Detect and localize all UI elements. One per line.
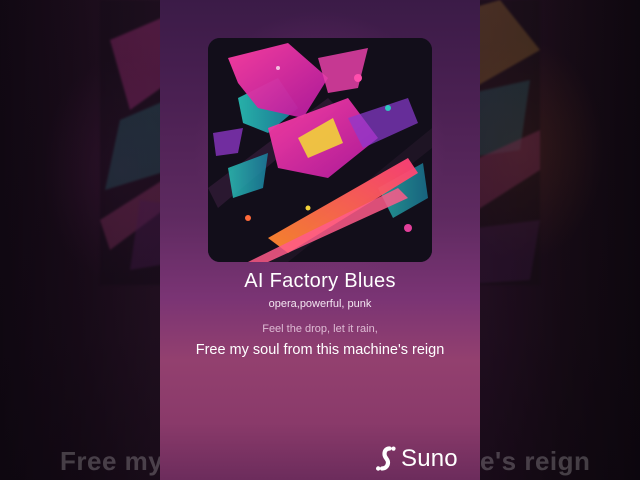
song-title: AI Factory Blues <box>244 270 396 292</box>
lyric-previous-line: Feel the drop, let it rain, <box>262 323 378 335</box>
song-tags: opera,powerful, punk <box>268 298 372 310</box>
now-playing-card: AI Factory Blues opera,powerful, punk Fe… <box>160 0 480 480</box>
suno-logo-text: Suno <box>401 445 458 472</box>
suno-logo-icon <box>376 446 396 471</box>
background-lyric-right: e's reign <box>480 446 591 476</box>
background-lyric-left: Free my <box>60 446 164 476</box>
album-cover <box>208 38 432 262</box>
suno-logo: Suno <box>374 444 458 474</box>
lyric-current-line: Free my soul from this machine's reign <box>195 342 445 358</box>
